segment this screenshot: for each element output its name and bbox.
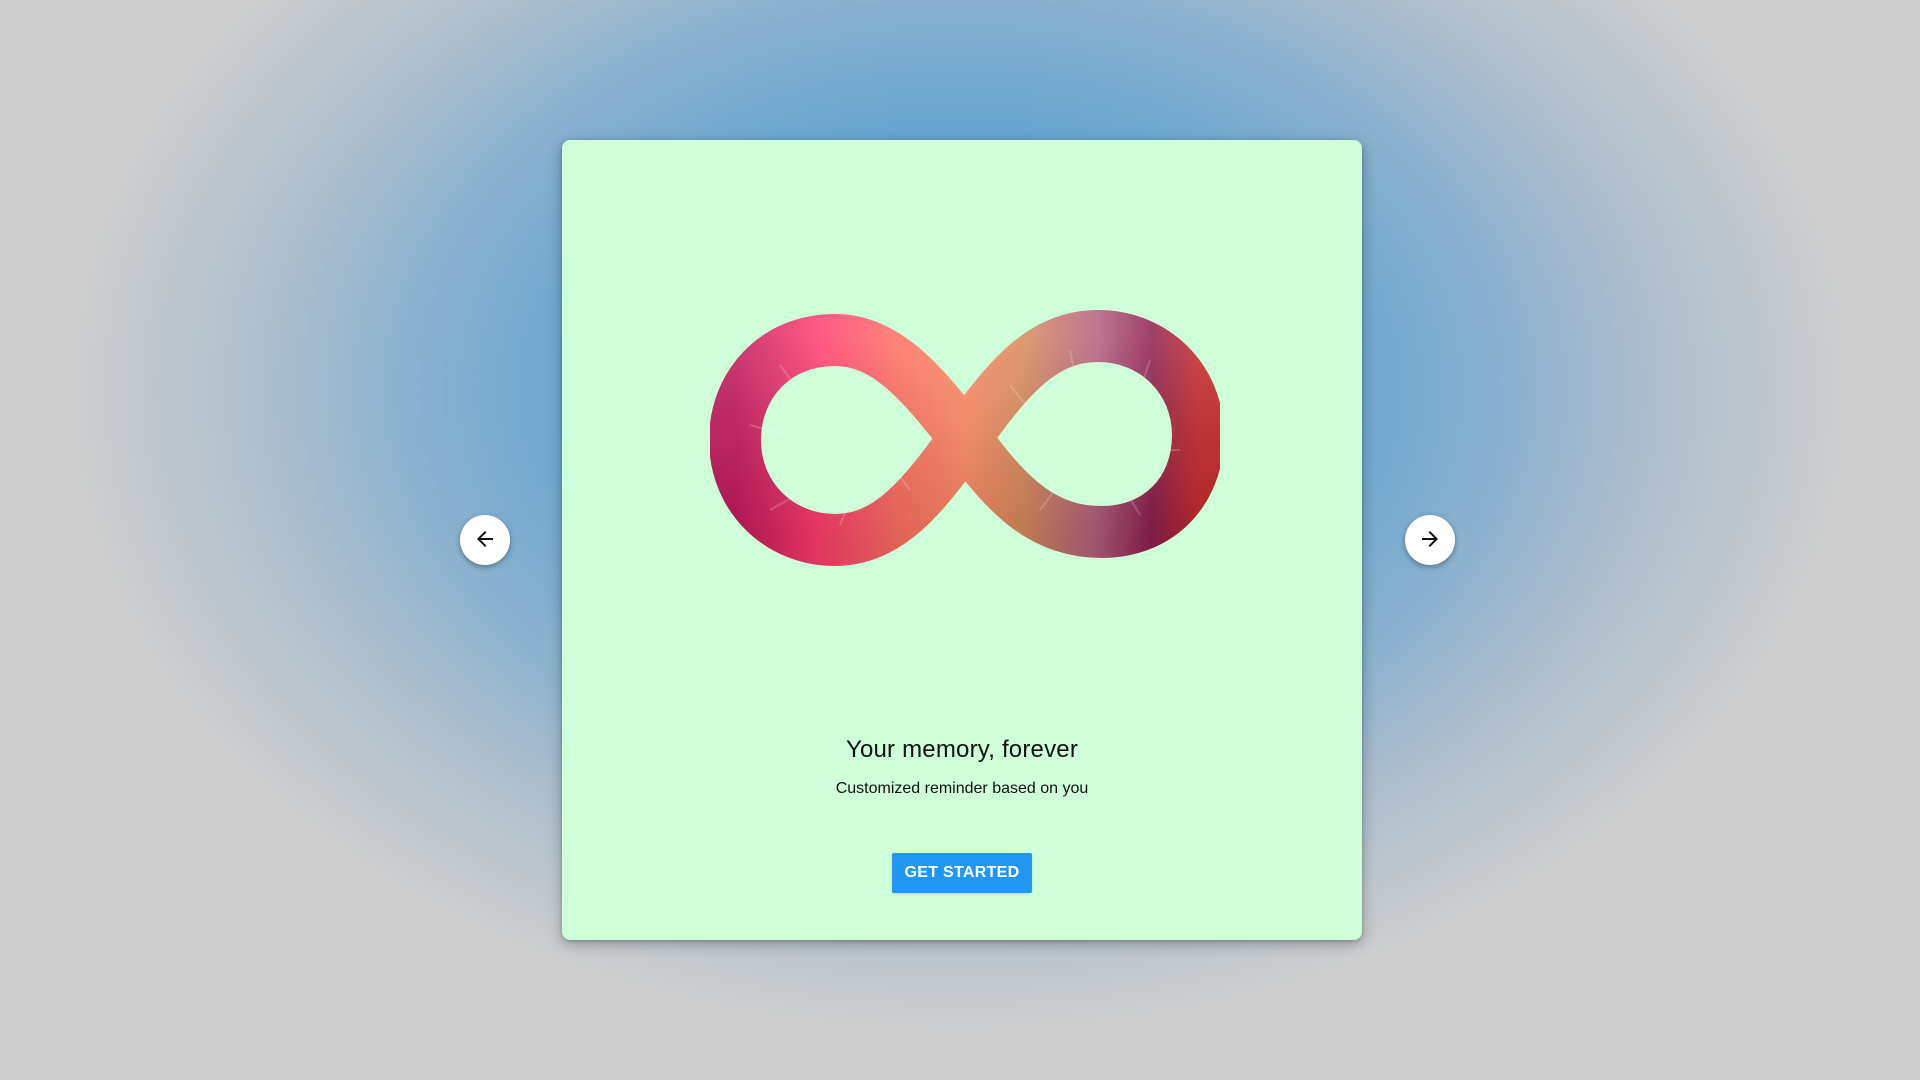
previous-slide-button[interactable] (460, 515, 510, 565)
get-started-button[interactable]: GET STARTED (892, 853, 1032, 893)
slide-subtitle: Customized reminder based on you (835, 780, 1089, 797)
onboarding-card: Your memory, forever Customized reminder… (562, 140, 1362, 940)
arrow-right-icon (1418, 527, 1442, 554)
next-slide-button[interactable] (1405, 515, 1455, 565)
arrow-left-icon (473, 527, 497, 554)
infinity-icon (709, 310, 1224, 570)
slide-title: Your memory, forever (845, 736, 1079, 763)
